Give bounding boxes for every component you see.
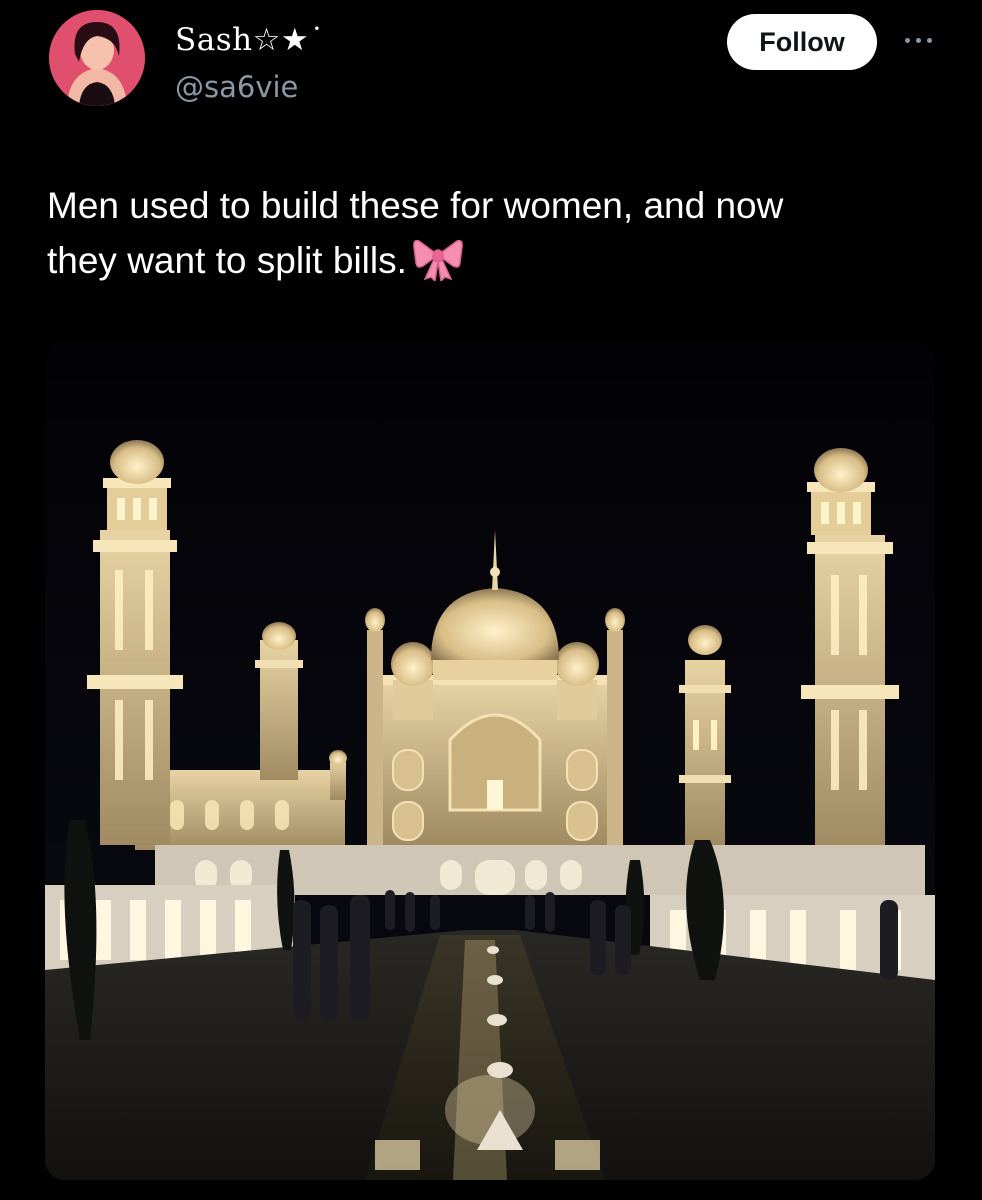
tweet-text-line-2: they want to split bills. bbox=[47, 233, 927, 288]
tweet-media-photo[interactable] bbox=[45, 340, 935, 1180]
author-handle[interactable]: @sa6vie bbox=[175, 70, 298, 104]
more-horizontal-icon[interactable] bbox=[898, 30, 938, 50]
tweet-text-line-2-content: they want to split bills. bbox=[47, 240, 407, 281]
author-display-name[interactable]: Sash☆★˙ bbox=[175, 22, 325, 58]
tweet-text: Men used to build these for women, and n… bbox=[47, 178, 927, 288]
follow-button[interactable]: Follow bbox=[727, 14, 877, 70]
tweet-text-line-1: Men used to build these for women, and n… bbox=[47, 185, 784, 226]
author-avatar[interactable] bbox=[49, 10, 145, 106]
illuminated-mausoleum-night-photo bbox=[45, 340, 935, 1180]
user-avatar-photo bbox=[49, 10, 145, 106]
pink-ribbon-bow-icon bbox=[413, 239, 463, 281]
